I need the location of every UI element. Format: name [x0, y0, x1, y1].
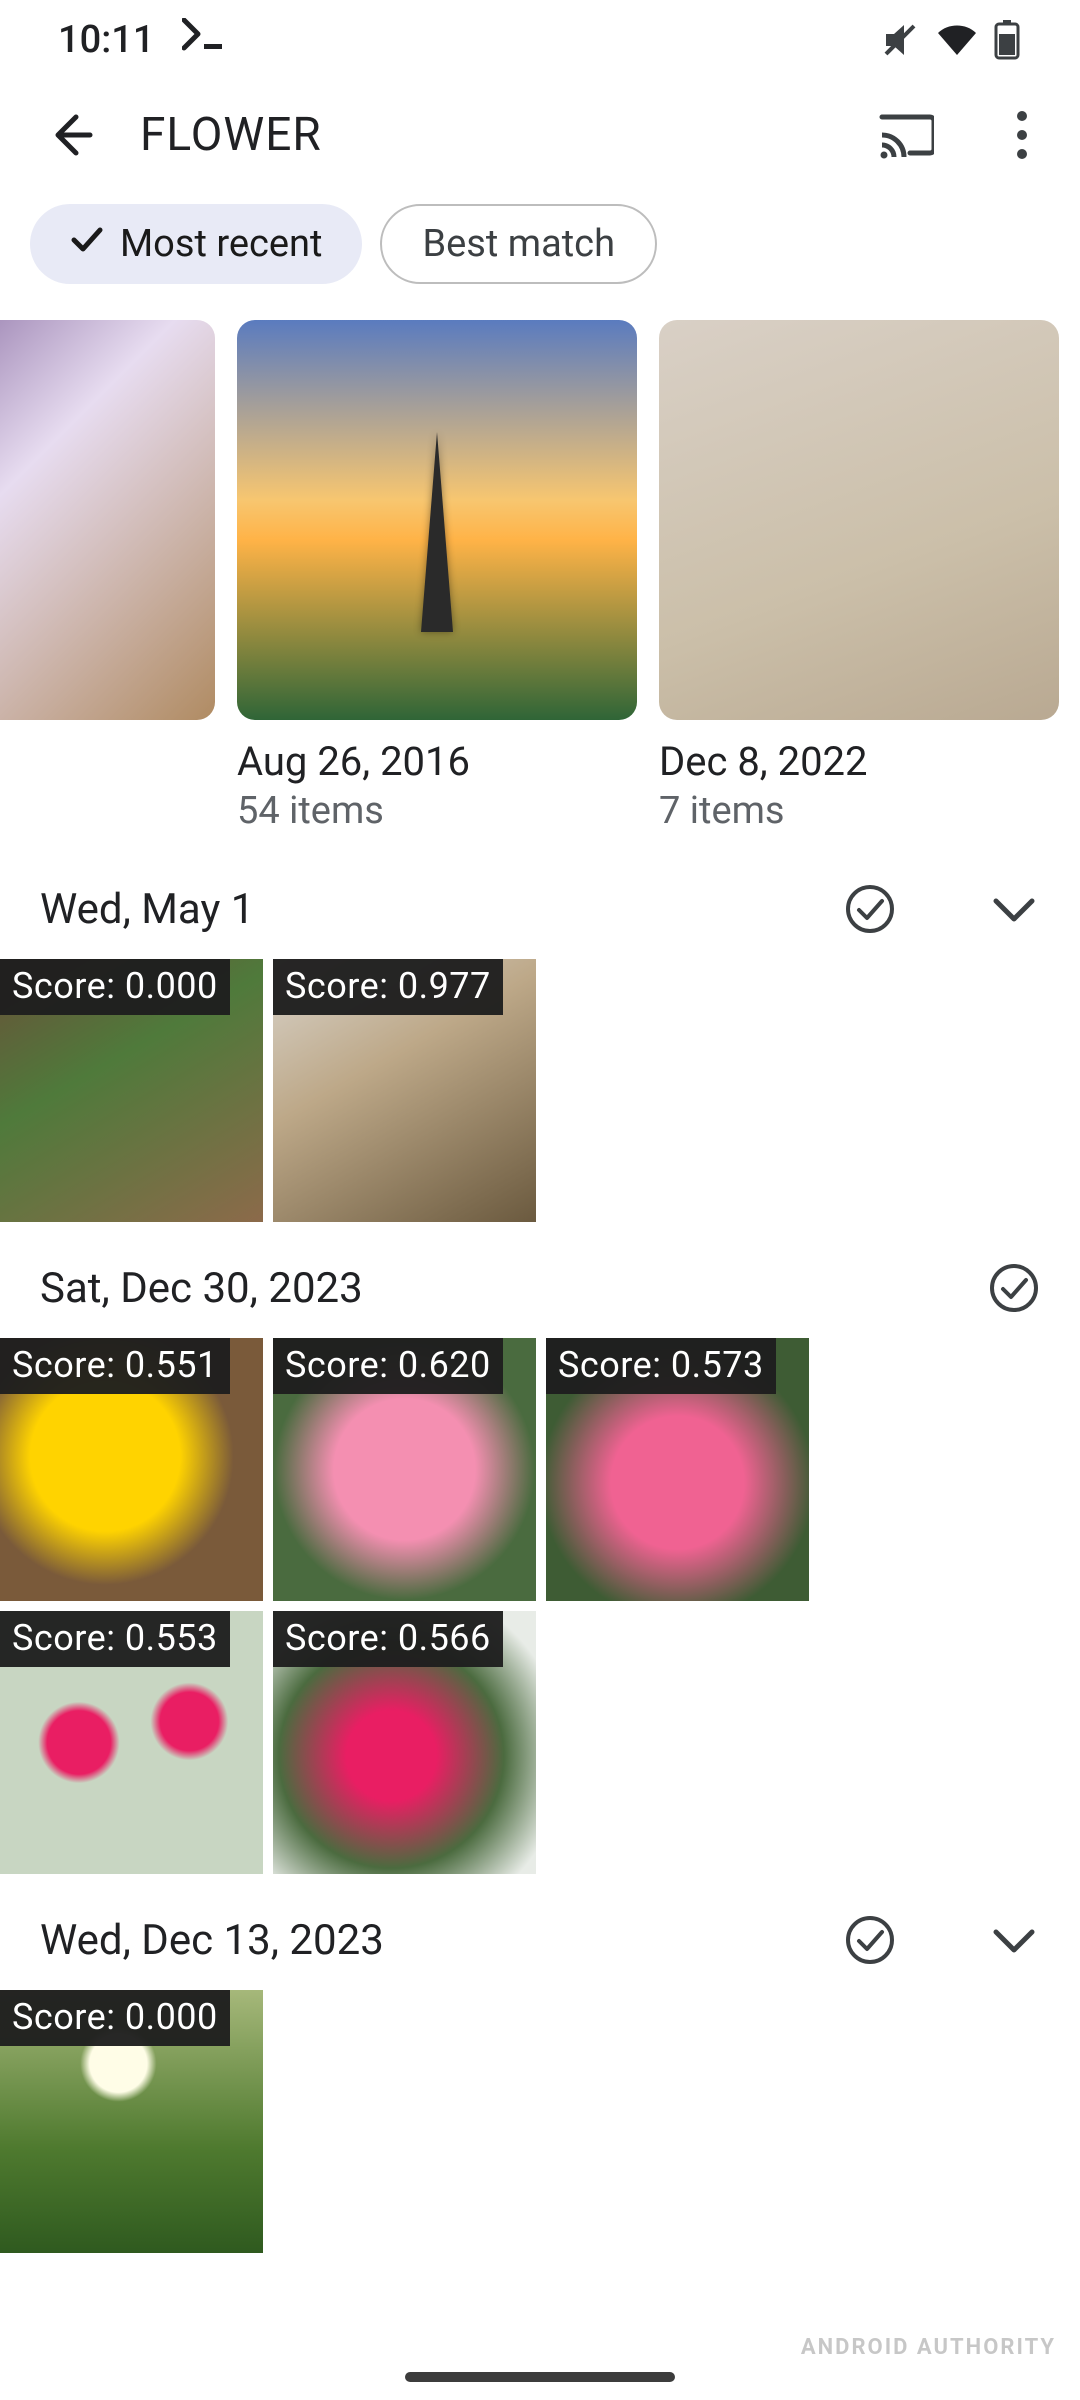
album-cover [0, 320, 215, 720]
select-all-button[interactable] [986, 1260, 1042, 1316]
select-all-button[interactable] [842, 881, 898, 937]
score-badge: Score: 0.551 [0, 1338, 230, 1394]
chip-label: Best match [422, 222, 615, 266]
cast-button[interactable] [868, 97, 944, 173]
score-badge: Score: 0.553 [0, 1611, 230, 1667]
album-subtitle: items [0, 789, 215, 833]
album-title: v 30, 2020 [0, 738, 215, 785]
collapse-button[interactable] [986, 881, 1042, 937]
chip-best-match[interactable]: Best match [380, 204, 657, 284]
score-badge: Score: 0.000 [0, 1990, 230, 2046]
score-badge: Score: 0.000 [0, 959, 230, 1015]
photo-thumb[interactable]: Score: 0.573 [546, 1338, 809, 1601]
album-subtitle: 54 items [237, 789, 637, 833]
gesture-bar [405, 2372, 675, 2382]
album-cover [237, 320, 637, 720]
photo-grid: Score: 0.551 Score: 0.620 Score: 0.573 S… [0, 1338, 1080, 1884]
battery-icon [994, 20, 1020, 60]
back-button[interactable] [40, 105, 100, 165]
status-bar: 10:11 [0, 0, 1080, 80]
album-card[interactable]: Dec 8, 2022 7 items [659, 320, 1059, 833]
terminal-icon [182, 18, 224, 62]
score-badge: Score: 0.573 [546, 1338, 776, 1394]
album-cover [659, 320, 1059, 720]
collapse-button[interactable] [986, 1912, 1042, 1968]
album-title: Aug 26, 2016 [237, 738, 637, 785]
page-title: FLOWER [140, 108, 828, 162]
filter-chips: Most recent Best match [0, 190, 1080, 304]
clock: 10:11 [58, 18, 154, 62]
photo-thumb[interactable]: Score: 0.566 [273, 1611, 536, 1874]
photo-thumb[interactable]: Score: 0.000 [0, 1990, 263, 2253]
photo-grid: Score: 0.000 Score: 0.977 [0, 959, 1080, 1232]
chip-label: Most recent [120, 222, 322, 266]
section-header: Wed, May 1 [0, 853, 1080, 959]
photo-thumb[interactable]: Score: 0.977 [273, 959, 536, 1222]
albums-carousel[interactable]: v 30, 2020 items Aug 26, 2016 54 items D… [0, 304, 1080, 853]
album-subtitle: 7 items [659, 789, 1059, 833]
score-badge: Score: 0.620 [273, 1338, 503, 1394]
photo-thumb[interactable]: Score: 0.000 [0, 959, 263, 1222]
check-icon [70, 222, 104, 266]
album-card[interactable]: v 30, 2020 items [0, 320, 215, 833]
photo-thumb[interactable]: Score: 0.551 [0, 1338, 263, 1601]
wifi-icon [936, 23, 978, 57]
section-title: Sat, Dec 30, 2023 [40, 1264, 958, 1313]
section-header: Wed, Dec 13, 2023 [0, 1884, 1080, 1990]
app-bar: FLOWER [0, 80, 1080, 190]
section-title: Wed, May 1 [40, 885, 814, 934]
album-card[interactable]: Aug 26, 2016 54 items [237, 320, 637, 833]
photo-thumb[interactable]: Score: 0.553 [0, 1611, 263, 1874]
chip-most-recent[interactable]: Most recent [30, 204, 362, 284]
select-all-button[interactable] [842, 1912, 898, 1968]
mute-icon [880, 20, 920, 60]
section-title: Wed, Dec 13, 2023 [40, 1916, 814, 1965]
status-right [880, 20, 1020, 60]
watermark: ANDROID AUTHORITY [801, 2335, 1056, 2360]
overflow-menu-button[interactable] [984, 97, 1060, 173]
section-header: Sat, Dec 30, 2023 [0, 1232, 1080, 1338]
status-left: 10:11 [58, 18, 224, 62]
score-badge: Score: 0.977 [273, 959, 503, 1015]
photo-thumb[interactable]: Score: 0.620 [273, 1338, 536, 1601]
photo-grid: Score: 0.000 [0, 1990, 1080, 2263]
score-badge: Score: 0.566 [273, 1611, 503, 1667]
album-title: Dec 8, 2022 [659, 738, 1059, 785]
